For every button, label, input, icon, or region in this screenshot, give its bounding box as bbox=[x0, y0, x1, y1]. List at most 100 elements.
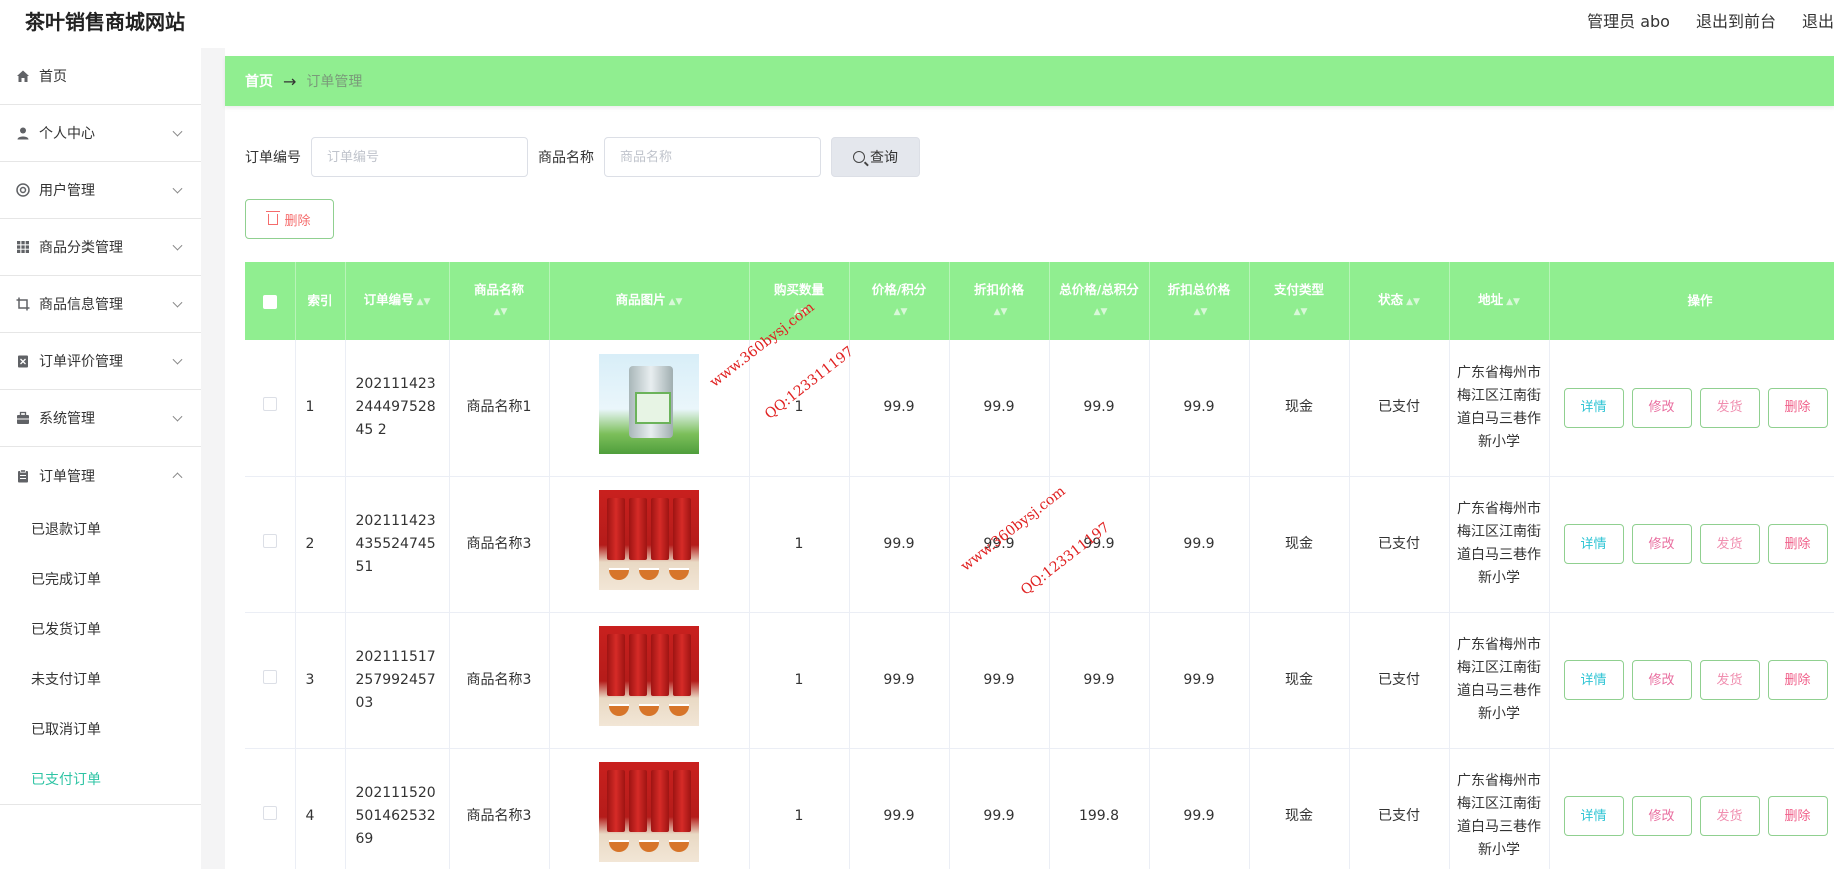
submenu-item-refunded-orders[interactable]: 已退款订单 bbox=[0, 504, 201, 554]
detail-button[interactable]: 详情 bbox=[1563, 796, 1624, 836]
header-product-image[interactable]: 商品图片 ▲▼ bbox=[549, 262, 750, 340]
sidebar-item-label: 个人中心 bbox=[39, 126, 95, 142]
sidebar-item-home[interactable]: 首页 bbox=[0, 48, 201, 105]
order-no-label: 订单编号 bbox=[245, 150, 301, 166]
query-button[interactable]: 查询 bbox=[831, 137, 920, 177]
sidebar-item-category-management[interactable]: 商品分类管理 bbox=[0, 219, 201, 276]
header-actions: 操作 bbox=[1549, 262, 1834, 340]
delete-button[interactable]: 删除 bbox=[1767, 524, 1828, 564]
header-status[interactable]: 状态 ▲▼ bbox=[1349, 262, 1450, 340]
edit-button[interactable]: 修改 bbox=[1631, 660, 1692, 700]
sidebar-item-order-review-management[interactable]: 订单评价管理 bbox=[0, 333, 201, 390]
edit-button[interactable]: 修改 bbox=[1631, 524, 1692, 564]
order-no-input[interactable] bbox=[311, 137, 528, 177]
cell-pay-type: 现金 bbox=[1249, 748, 1350, 869]
sort-icon[interactable]: ▲▼ bbox=[494, 302, 508, 322]
sort-icon[interactable]: ▲▼ bbox=[1506, 292, 1520, 312]
sidebar-item-order-management[interactable]: 订单管理 bbox=[0, 447, 201, 504]
cell-order-no: 20211152050146253269 bbox=[345, 748, 450, 869]
cell-discount-total: 99.9 bbox=[1149, 476, 1250, 613]
cell-index: 1 bbox=[295, 340, 346, 477]
cell-status: 已支付 bbox=[1349, 748, 1450, 869]
order-submenu: 已退款订单 已完成订单 已发货订单 未支付订单 已取消订单 已支付订单 bbox=[0, 504, 201, 805]
edit-button[interactable]: 修改 bbox=[1631, 387, 1692, 428]
row-actions: 详情 修改 发货 删除 bbox=[1556, 796, 1834, 836]
submenu-item-unpaid-orders[interactable]: 未支付订单 bbox=[0, 654, 201, 704]
top-header: 茶叶销售商城网站 管理员 abo 退出到前台 退出 bbox=[0, 0, 1834, 40]
cell-address: 广东省梅州市梅江区江南街道白马三巷作新小学 bbox=[1449, 476, 1550, 613]
detail-button[interactable]: 详情 bbox=[1563, 387, 1624, 428]
header-discount-total[interactable]: 折扣总价格 ▲▼ bbox=[1149, 262, 1250, 340]
cell-quantity: 1 bbox=[749, 612, 850, 749]
header-address[interactable]: 地址 ▲▼ bbox=[1449, 262, 1550, 340]
product-image-green-tea-can bbox=[599, 353, 699, 454]
cell-total: 99.9 bbox=[1049, 476, 1150, 613]
submenu-item-completed-orders[interactable]: 已完成订单 bbox=[0, 554, 201, 604]
logout-link[interactable]: 退出 bbox=[1802, 8, 1834, 32]
sidebar-item-label: 系统管理 bbox=[39, 411, 95, 427]
delete-button[interactable]: 删除 bbox=[1767, 660, 1828, 700]
header-pay-type[interactable]: 支付类型 ▲▼ bbox=[1249, 262, 1350, 340]
sidebar-item-system-management[interactable]: 系统管理 bbox=[0, 390, 201, 447]
breadcrumb-home-link[interactable]: 首页 bbox=[245, 71, 273, 91]
product-image-red-tea-cans bbox=[599, 762, 699, 862]
select-all-checkbox[interactable] bbox=[262, 294, 277, 309]
sidebar-item-user-management[interactable]: 用户管理 bbox=[0, 162, 201, 219]
sort-icon[interactable]: ▲▼ bbox=[994, 302, 1008, 322]
evaluate-icon bbox=[15, 353, 31, 369]
ship-button[interactable]: 发货 bbox=[1699, 796, 1760, 836]
home-icon bbox=[15, 68, 31, 84]
cell-total: 99.9 bbox=[1049, 340, 1150, 477]
sort-icon[interactable]: ▲▼ bbox=[417, 292, 431, 312]
cell-price: 99.9 bbox=[849, 476, 950, 613]
row-checkbox[interactable] bbox=[262, 805, 277, 820]
submenu-item-paid-orders[interactable]: 已支付订单 bbox=[0, 754, 201, 804]
sort-icon[interactable]: ▲▼ bbox=[1194, 302, 1208, 322]
sort-icon[interactable]: ▲▼ bbox=[794, 302, 808, 322]
submenu-item-shipped-orders[interactable]: 已发货订单 bbox=[0, 604, 201, 654]
delete-button[interactable]: 删除 bbox=[1767, 387, 1828, 428]
header-total[interactable]: 总价格/总积分▲▼ bbox=[1049, 262, 1150, 340]
batch-delete-button[interactable]: 删除 bbox=[245, 199, 334, 239]
ship-button[interactable]: 发货 bbox=[1699, 524, 1760, 564]
cell-discount-total: 99.9 bbox=[1149, 340, 1250, 477]
table-row: 3 20211151725799245703 商品名称3 1 99.9 99.9… bbox=[245, 612, 1834, 749]
delete-button[interactable]: 删除 bbox=[1767, 796, 1828, 836]
header-discount-price[interactable]: 折扣价格 ▲▼ bbox=[949, 262, 1050, 340]
header-select-all[interactable] bbox=[245, 262, 296, 340]
edit-button[interactable]: 修改 bbox=[1631, 796, 1692, 836]
submenu-item-cancelled-orders[interactable]: 已取消订单 bbox=[0, 704, 201, 754]
header-order-no[interactable]: 订单编号 ▲▼ bbox=[345, 262, 450, 340]
sort-icon[interactable]: ▲▼ bbox=[1294, 302, 1308, 322]
header-product-name[interactable]: 商品名称 ▲▼ bbox=[449, 262, 550, 340]
ship-button[interactable]: 发货 bbox=[1699, 660, 1760, 700]
cell-address: 广东省梅州市梅江区江南街道白马三巷作新小学 bbox=[1449, 612, 1550, 749]
row-checkbox[interactable] bbox=[262, 669, 277, 684]
breadcrumb-current: 订单管理 bbox=[306, 74, 363, 90]
cell-index: 4 bbox=[295, 748, 346, 869]
cell-discount-total: 99.9 bbox=[1149, 748, 1250, 869]
detail-button[interactable]: 详情 bbox=[1563, 660, 1624, 700]
orders-table: 索引 订单编号 ▲▼ 商品名称 ▲▼ 商品图片 ▲▼ 购买数量 ▲▼ 价格/积分 ▲▼ 折… bbox=[245, 262, 1834, 869]
cell-price: 99.9 bbox=[849, 612, 950, 749]
batch-delete-label: 删除 bbox=[284, 213, 311, 229]
cell-price: 99.9 bbox=[849, 340, 950, 477]
cell-product-image bbox=[549, 340, 750, 477]
row-checkbox[interactable] bbox=[262, 533, 277, 548]
cell-total: 199.8 bbox=[1049, 748, 1150, 869]
ship-button[interactable]: 发货 bbox=[1699, 387, 1760, 428]
sort-icon[interactable]: ▲▼ bbox=[1094, 302, 1108, 322]
header-quantity[interactable]: 购买数量 ▲▼ bbox=[749, 262, 850, 340]
exit-to-front-link[interactable]: 退出到前台 bbox=[1696, 8, 1776, 32]
sort-icon[interactable]: ▲▼ bbox=[669, 292, 683, 312]
product-name-input[interactable] bbox=[604, 137, 821, 177]
sort-icon[interactable]: ▲▼ bbox=[1406, 292, 1420, 312]
orders-table-container: 索引 订单编号 ▲▼ 商品名称 ▲▼ 商品图片 ▲▼ 购买数量 ▲▼ 价格/积分 ▲▼ 折… bbox=[245, 262, 1834, 869]
row-checkbox[interactable] bbox=[262, 397, 277, 412]
sidebar-item-personal-center[interactable]: 个人中心 bbox=[0, 105, 201, 162]
detail-button[interactable]: 详情 bbox=[1563, 524, 1624, 564]
sort-icon[interactable]: ▲▼ bbox=[894, 302, 908, 322]
cell-discount-price: 99.9 bbox=[949, 340, 1050, 477]
sidebar-item-product-info-management[interactable]: 商品信息管理 bbox=[0, 276, 201, 333]
header-price[interactable]: 价格/积分 ▲▼ bbox=[849, 262, 950, 340]
